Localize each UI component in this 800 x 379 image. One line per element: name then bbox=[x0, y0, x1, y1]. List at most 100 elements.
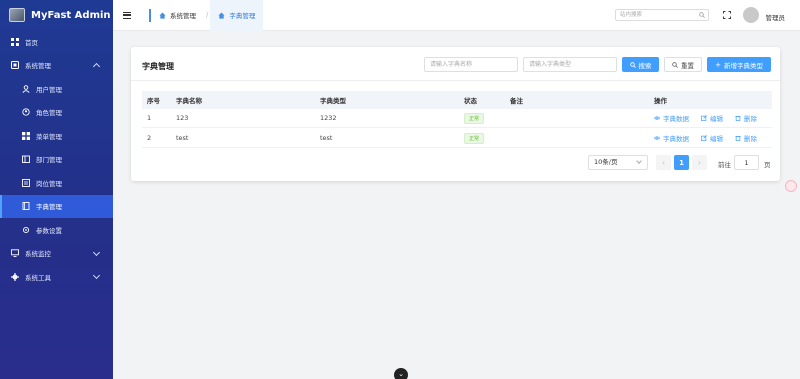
page-size-select[interactable]: 10条/页 bbox=[588, 155, 648, 170]
dashboard-icon bbox=[11, 37, 19, 46]
settings-icon bbox=[11, 61, 19, 70]
sidebar-item-monitor[interactable]: 系统监控 bbox=[0, 242, 113, 266]
search-icon bbox=[629, 61, 636, 68]
sidebar-item-label: 角色管理 bbox=[36, 109, 62, 118]
hamburger-icon[interactable] bbox=[123, 11, 131, 19]
chevron-down-icon bbox=[92, 271, 101, 280]
dict-data-link[interactable]: 字典数据 bbox=[654, 133, 689, 143]
floating-assistant-icon[interactable] bbox=[785, 180, 797, 192]
delete-link[interactable]: 删除 bbox=[735, 113, 757, 123]
card-divider bbox=[131, 80, 780, 81]
sidebar-item-posts[interactable]: 岗位管理 bbox=[0, 171, 113, 195]
add-dict-type-button[interactable]: + 新增字典类型 bbox=[707, 57, 771, 72]
search-button-label: 搜索 bbox=[638, 61, 652, 70]
avatar[interactable] bbox=[743, 7, 759, 23]
chevron-down-icon bbox=[92, 248, 101, 256]
table-row: 1 123 1232 正常 字典数据 编辑 删除 bbox=[142, 109, 772, 128]
dict-type-input[interactable]: 请输入字典类型 bbox=[523, 57, 617, 72]
row-index: 1 bbox=[147, 114, 152, 122]
site-search-input[interactable]: 站内搜索 bbox=[615, 9, 709, 21]
goto-page-input[interactable]: 1 bbox=[734, 155, 759, 170]
column-header: 状态 bbox=[464, 97, 477, 105]
row-index: 2 bbox=[147, 134, 152, 142]
search-button[interactable]: 搜索 bbox=[622, 57, 659, 72]
row-name: 123 bbox=[176, 114, 189, 122]
reset-button-label: 重置 bbox=[681, 61, 694, 70]
row-name: test bbox=[176, 134, 189, 142]
user-icon bbox=[22, 85, 30, 93]
sidebar-item-parameters[interactable]: 参数设置 bbox=[0, 218, 113, 242]
dict-name-input[interactable]: 请输入字典名称 bbox=[424, 57, 518, 72]
sidebar-item-label: 部门管理 bbox=[36, 156, 62, 165]
sidebar-item-label: 首页 bbox=[25, 38, 38, 47]
edit-icon bbox=[701, 115, 707, 121]
card-title: 字典管理 bbox=[142, 62, 174, 71]
reset-icon bbox=[672, 61, 678, 68]
status-badge: 正常 bbox=[464, 112, 485, 124]
logo: MyFast Admin bbox=[0, 0, 113, 30]
search-icon[interactable] bbox=[699, 12, 705, 18]
dictionary-icon bbox=[22, 202, 30, 211]
chevron-down-icon bbox=[636, 158, 642, 164]
dict-name-placeholder: 请输入字典名称 bbox=[430, 61, 473, 68]
sidebar-item-departments[interactable]: 部门管理 bbox=[0, 148, 113, 172]
parameter-icon bbox=[22, 226, 30, 234]
sidebar-item-label: 系统监控 bbox=[25, 250, 51, 259]
sidebar-item-label: 参数设置 bbox=[36, 226, 62, 235]
home-icon bbox=[159, 11, 166, 19]
eye-icon bbox=[654, 136, 660, 140]
breadcrumb-tab-system[interactable]: 系统管理 bbox=[151, 0, 204, 31]
menu-icon bbox=[22, 131, 30, 140]
row-type: 1232 bbox=[320, 114, 337, 122]
sidebar-item-users[interactable]: 用户管理 bbox=[0, 77, 113, 101]
edit-link[interactable]: 编辑 bbox=[701, 113, 723, 123]
sidebar-item-tools[interactable]: 系统工具 bbox=[0, 265, 113, 289]
breadcrumb-tab-dictionary[interactable]: 字典管理 bbox=[210, 0, 264, 31]
top-header: 系统管理 / 字典管理 站内搜索 管理员 bbox=[113, 0, 800, 31]
table-row: 2 test test 正常 字典数据 编辑 删除 bbox=[142, 129, 772, 148]
fullscreen-icon[interactable] bbox=[723, 11, 731, 19]
eye-icon bbox=[654, 116, 660, 120]
breadcrumb-separator: / bbox=[206, 11, 209, 19]
edit-icon bbox=[701, 135, 707, 141]
sidebar-item-system-management[interactable]: 系统管理 bbox=[0, 54, 113, 78]
reset-button[interactable]: 重置 bbox=[664, 57, 702, 72]
add-button-label: 新增字典类型 bbox=[723, 61, 763, 70]
sidebar-item-label: 用户管理 bbox=[36, 85, 62, 94]
home-icon bbox=[218, 11, 225, 19]
sidebar: MyFast Admin 首页 系统管理 用户管理 角色管理 菜单管理 部门管理… bbox=[0, 0, 113, 379]
dict-type-placeholder: 请输入字典类型 bbox=[529, 61, 572, 68]
sidebar-item-dictionary[interactable]: 字典管理 bbox=[0, 194, 113, 218]
sidebar-item-label: 岗位管理 bbox=[36, 179, 62, 188]
chevron-down-icon[interactable]: ⌄ bbox=[394, 368, 408, 379]
trash-icon bbox=[735, 116, 741, 121]
dict-data-link[interactable]: 字典数据 bbox=[654, 113, 689, 123]
status-badge: 正常 bbox=[464, 132, 485, 144]
breadcrumb-label: 字典管理 bbox=[229, 12, 256, 20]
column-header: 字典名称 bbox=[176, 97, 202, 105]
sidebar-item-label: 系统工具 bbox=[25, 273, 51, 282]
column-header: 序号 bbox=[147, 97, 160, 105]
row-type: test bbox=[320, 134, 333, 142]
post-icon bbox=[22, 178, 30, 187]
sidebar-item-label: 系统管理 bbox=[25, 62, 51, 71]
chevron-up-icon bbox=[92, 62, 101, 70]
column-header: 字典类型 bbox=[320, 97, 346, 105]
sidebar-item-menus[interactable]: 菜单管理 bbox=[0, 124, 113, 148]
sidebar-item-home[interactable]: 首页 bbox=[0, 30, 113, 54]
page-number-button[interactable]: 1 bbox=[674, 155, 689, 170]
sidebar-item-label: 菜单管理 bbox=[36, 132, 62, 141]
sidebar-item-roles[interactable]: 角色管理 bbox=[0, 101, 113, 125]
column-header: 操作 bbox=[654, 97, 667, 105]
table-header: 序号 字典名称 字典类型 状态 备注 操作 bbox=[142, 91, 772, 109]
tools-icon bbox=[11, 272, 19, 281]
prev-page-button[interactable]: ‹ bbox=[656, 155, 671, 170]
dictionary-card: 字典管理 请输入字典名称 请输入字典类型 搜索 重置 + 新增字典类型 序号 字… bbox=[131, 47, 780, 181]
username[interactable]: 管理员 bbox=[766, 12, 786, 22]
delete-link[interactable]: 删除 bbox=[735, 133, 757, 143]
search-placeholder: 站内搜索 bbox=[620, 12, 643, 18]
role-icon bbox=[22, 108, 30, 116]
app-title: MyFast Admin bbox=[31, 9, 111, 21]
edit-link[interactable]: 编辑 bbox=[701, 133, 723, 143]
next-page-button[interactable]: › bbox=[692, 155, 707, 170]
